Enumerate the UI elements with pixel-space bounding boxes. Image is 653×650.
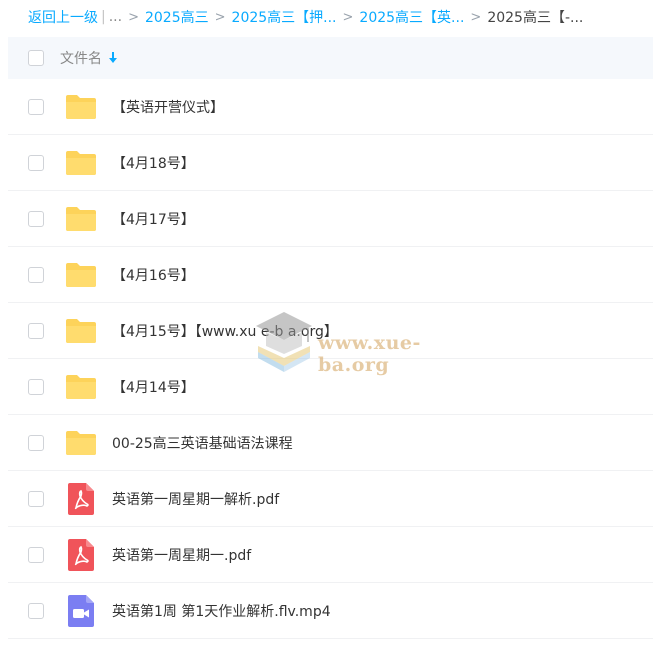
row-checkbox[interactable]	[28, 98, 44, 115]
breadcrumb-separator: >	[342, 9, 354, 25]
row-checkbox[interactable]	[28, 602, 44, 619]
file-name[interactable]: 00-25高三英语基础语法课程	[112, 433, 293, 453]
file-row[interactable]: 【4月14号】	[8, 359, 653, 415]
file-list-header: 文件名	[8, 37, 653, 79]
file-name[interactable]: 【英语开营仪式】	[112, 97, 224, 117]
file-row[interactable]: 英语第1周 第1天作业解析.flv.mp4	[8, 583, 653, 639]
file-name[interactable]: 【4月14号】	[112, 377, 195, 397]
column-header-filename[interactable]: 文件名	[60, 48, 102, 68]
breadcrumb-separator: >	[128, 9, 139, 25]
file-row[interactable]: 【4月17号】	[8, 191, 653, 247]
pdf-file-icon[interactable]	[61, 535, 101, 575]
folder-icon[interactable]	[61, 143, 101, 183]
file-row[interactable]: 英语第一周星期一解析.pdf	[8, 471, 653, 527]
file-row[interactable]: 【4月15号】【www.xu e-b a.org】	[8, 303, 653, 359]
file-row[interactable]: 【英语开营仪式】	[8, 79, 653, 135]
row-checkbox[interactable]	[28, 490, 44, 507]
pdf-file-icon[interactable]	[61, 479, 101, 519]
row-checkbox[interactable]	[28, 546, 44, 563]
folder-icon[interactable]	[61, 87, 101, 127]
row-checkbox[interactable]	[28, 154, 44, 171]
file-name[interactable]: 【4月15号】【www.xu e-b a.org】	[112, 321, 338, 341]
breadcrumb-item[interactable]: 2025高三【押...	[232, 7, 337, 27]
breadcrumb-current: 2025高三【-...	[487, 10, 584, 26]
breadcrumb-item[interactable]: 2025高三	[145, 7, 209, 27]
file-name[interactable]: 【4月16号】	[112, 265, 195, 285]
breadcrumb-separator: >	[214, 9, 226, 25]
breadcrumb-separator: >	[470, 9, 482, 25]
file-list: 【英语开营仪式】 【4月18号】 【4月17号】 【4月16号】【4月15号】【www…	[8, 79, 653, 639]
file-name[interactable]: 英语第一周星期一解析.pdf	[112, 489, 279, 509]
folder-icon[interactable]	[61, 255, 101, 295]
folder-icon[interactable]	[61, 311, 101, 351]
breadcrumb: 返回上一级 | ... > 2025高三 > 2025高三【押... > 202…	[0, 0, 653, 34]
folder-icon[interactable]	[61, 199, 101, 239]
row-checkbox[interactable]	[28, 322, 44, 339]
file-row[interactable]: 【4月16号】	[8, 247, 653, 303]
row-checkbox[interactable]	[28, 434, 44, 451]
folder-icon[interactable]	[61, 423, 101, 463]
select-all-checkbox[interactable]	[28, 50, 44, 66]
row-checkbox[interactable]	[28, 210, 44, 227]
folder-icon[interactable]	[61, 367, 101, 407]
file-row[interactable]: 英语第一周星期一.pdf	[8, 527, 653, 583]
breadcrumb-ellipsis[interactable]: ...	[109, 9, 122, 25]
sort-descending-icon[interactable]	[108, 52, 118, 64]
breadcrumb-item[interactable]: 2025高三【英...	[359, 7, 464, 27]
video-file-icon[interactable]	[61, 591, 101, 631]
file-name[interactable]: 英语第1周 第1天作业解析.flv.mp4	[112, 601, 331, 621]
file-row[interactable]: 00-25高三英语基础语法课程	[8, 415, 653, 471]
back-link[interactable]: 返回上一级	[28, 7, 98, 27]
row-checkbox[interactable]	[28, 266, 44, 283]
file-name[interactable]: 【4月17号】	[112, 209, 195, 229]
file-row[interactable]: 【4月18号】	[8, 135, 653, 191]
file-name[interactable]: 【4月18号】	[112, 153, 195, 173]
file-name[interactable]: 英语第一周星期一.pdf	[112, 545, 251, 565]
row-checkbox[interactable]	[28, 378, 44, 395]
breadcrumb-pipe: |	[101, 9, 106, 25]
